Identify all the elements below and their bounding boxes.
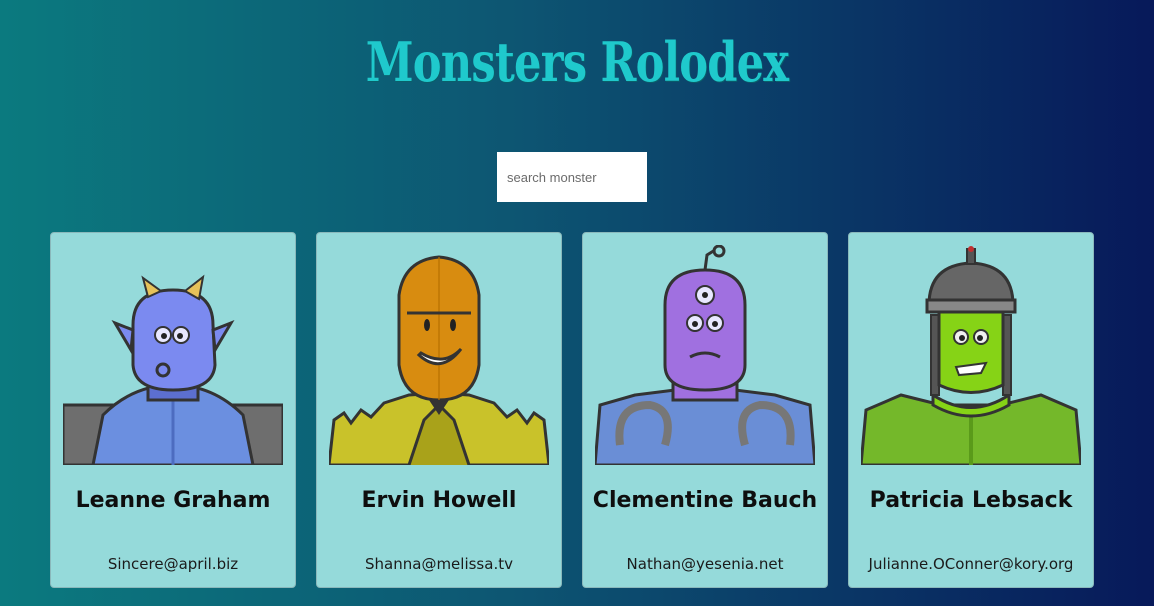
monster-email: Julianne.OConner@kory.org xyxy=(868,555,1074,573)
monster-name: Patricia Lebsack xyxy=(869,488,1073,513)
orange-smiling-monster-icon xyxy=(329,255,549,465)
monster-email: Nathan@yesenia.net xyxy=(626,555,784,573)
green-frankenstein-monster-icon xyxy=(861,246,1081,465)
monster-name: Clementine Bauch xyxy=(592,488,818,513)
monster-email: Shanna@melissa.tv xyxy=(365,555,513,573)
monster-card[interactable]: Clementine Bauch Nathan@yesenia.net xyxy=(582,232,828,588)
card-list: Leanne Graham Sincere@april.biz Ervin Ho… xyxy=(50,232,1110,588)
monster-name: Ervin Howell xyxy=(361,488,517,513)
monster-card[interactable]: Leanne Graham Sincere@april.biz xyxy=(50,232,296,588)
app-title: Monsters Rolodex xyxy=(365,30,789,94)
monster-card[interactable]: Patricia Lebsack Julianne.OConner@kory.o… xyxy=(848,232,1094,588)
monster-name: Leanne Graham xyxy=(75,488,271,513)
blue-horned-monster-icon xyxy=(63,274,283,465)
monster-card[interactable]: Ervin Howell Shanna@melissa.tv xyxy=(316,232,562,588)
purple-cyclops-robot-icon xyxy=(595,245,815,465)
search-monster-input[interactable] xyxy=(497,152,647,202)
monster-email: Sincere@april.biz xyxy=(107,555,239,573)
